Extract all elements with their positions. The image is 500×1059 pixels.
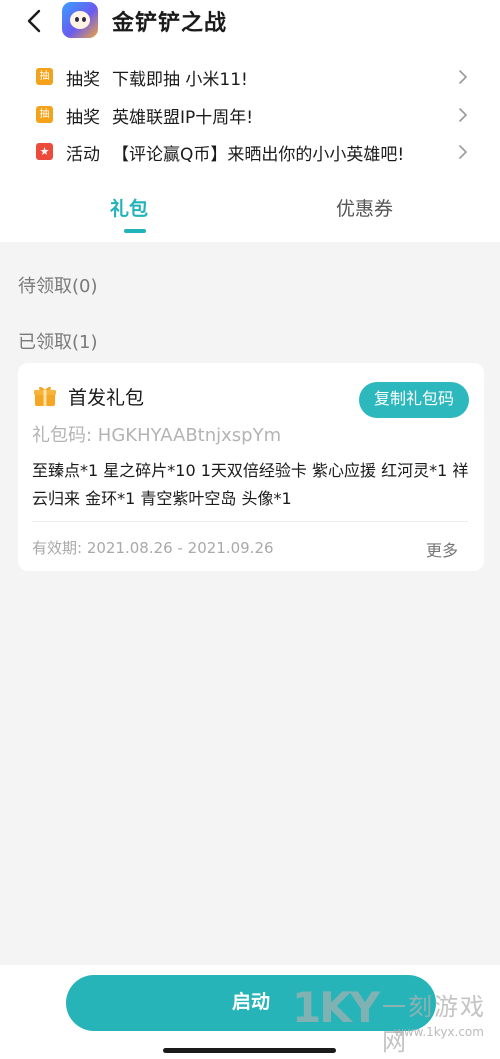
validity-period: 有效期: 2021.08.26 - 2021.09.26 <box>32 539 274 557</box>
copy-gift-code-button[interactable]: 复制礼包码 <box>359 382 469 418</box>
promo-row-lottery-1[interactable]: 抽 抽奖 下载即抽 小米11! <box>0 62 500 92</box>
site-watermark: 1KY 一刻游戏网 www.1kyx.com <box>286 975 500 1059</box>
top-panel: 金铲铲之战 抽 抽奖 下载即抽 小米11! 抽 抽奖 英雄联盟IP十周年! ★ … <box>0 0 500 242</box>
tab-bar: 礼包 优惠券 <box>0 186 500 242</box>
more-link[interactable]: 更多 <box>426 537 458 561</box>
claimed-section-label: 已领取(1) <box>18 332 98 353</box>
watermark-url: www.1kyx.com <box>394 1025 484 1039</box>
gift-code: 礼包码: HGKHYAABtnjxspYm <box>32 425 282 446</box>
chevron-right-icon <box>459 145 468 159</box>
promo-text: 【评论赢Q币】来晒出你的小小英雄吧! <box>112 145 405 165</box>
chevron-right-icon <box>459 108 468 122</box>
promo-text: 下载即抽 小米11! <box>112 70 248 90</box>
card-divider <box>32 521 468 522</box>
activity-bookmark-icon: ★ <box>36 143 53 160</box>
gift-pack-title: 首发礼包 <box>68 387 145 409</box>
app-header: 金铲铲之战 <box>0 0 500 44</box>
promo-kind: 活动 <box>66 145 100 165</box>
tab-gift-packs[interactable]: 礼包 <box>110 194 148 221</box>
chevron-right-icon <box>459 70 468 84</box>
game-app-icon <box>62 2 98 38</box>
gift-pack-card: 首发礼包 复制礼包码 礼包码: HGKHYAABtnjxspYm 至臻点*1 星… <box>18 363 484 571</box>
promo-row-activity[interactable]: ★ 活动 【评论赢Q币】来晒出你的小小英雄吧! <box>0 137 500 167</box>
promo-kind: 抽奖 <box>66 108 100 128</box>
promo-text: 英雄联盟IP十周年! <box>112 108 254 128</box>
back-arrow-icon[interactable] <box>24 8 48 34</box>
tab-coupons[interactable]: 优惠券 <box>336 194 393 221</box>
pending-section-label: 待领取(0) <box>18 276 98 297</box>
promo-row-lottery-2[interactable]: 抽 抽奖 英雄联盟IP十周年! <box>0 100 500 130</box>
promo-kind: 抽奖 <box>66 70 100 90</box>
active-tab-indicator <box>124 229 146 233</box>
watermark-name: 一刻游戏网 <box>382 993 486 1056</box>
app-title: 金铲铲之战 <box>112 11 228 36</box>
lottery-tag-icon: 抽 <box>36 68 53 85</box>
gift-pack-contents: 至臻点*1 星之碎片*10 1天双倍经验卡 紫心应援 红河灵*1 祥云归来 金环… <box>32 461 469 508</box>
lottery-tag-icon: 抽 <box>36 106 53 123</box>
watermark-logo: 1KY <box>292 983 380 1032</box>
gift-box-icon <box>34 386 56 406</box>
